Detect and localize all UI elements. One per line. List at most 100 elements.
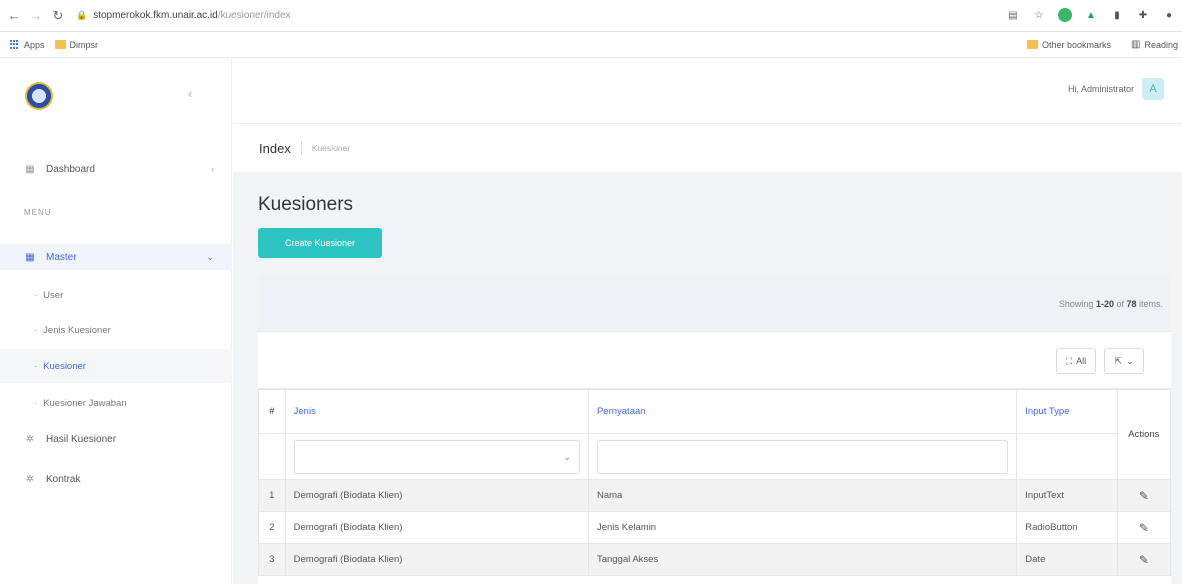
forward-icon[interactable]: → bbox=[28, 8, 44, 24]
kuesioner-table: # Jenis Pernyataan Input Type Actions ⌄ bbox=[258, 389, 1172, 576]
filter-cell-jenis: ⌄ bbox=[284, 433, 589, 480]
reload-icon[interactable]: ↻ bbox=[50, 8, 66, 24]
dashboard-icon: ▦ bbox=[25, 163, 35, 175]
summary-bar: Showing 1-20 of 78 items. bbox=[258, 275, 1171, 331]
chevron-down-icon: ⌄ bbox=[206, 251, 214, 262]
cell-pernyataan: Tanggal Akses bbox=[587, 543, 1018, 576]
breadcrumb: Index Kuesioner bbox=[233, 124, 1182, 172]
apps-grid-icon bbox=[10, 39, 20, 50]
sub-bullet: - bbox=[34, 397, 38, 409]
logo[interactable] bbox=[25, 82, 53, 110]
cell-pernyataan: Nama bbox=[587, 479, 1018, 512]
hasil-icon: ✲ bbox=[25, 433, 35, 445]
sub-bullet: - bbox=[34, 324, 38, 336]
bookmark-folder[interactable]: Dimpsr bbox=[54, 39, 99, 50]
sidebar-subitem-label: Jenis Kuesioner bbox=[43, 324, 111, 336]
sidebar-item-hasil-kuesioner[interactable]: ✲ Hasil Kuesioner bbox=[0, 426, 232, 452]
cell-num: 1 bbox=[258, 479, 286, 512]
url-field[interactable]: 🔒 stopmerokok.fkm.unair.ac.id/kuesioner/… bbox=[76, 10, 291, 21]
sidebar-item-master[interactable]: ▦ Master ⌄ bbox=[0, 244, 232, 270]
jenis-filter-select[interactable]: ⌄ bbox=[293, 439, 580, 474]
other-bookmarks[interactable]: Other bookmarks bbox=[1026, 39, 1112, 50]
sub-bullet: - bbox=[34, 360, 38, 372]
menu-heading: MENU bbox=[24, 208, 52, 217]
summary-suffix: items. bbox=[1136, 299, 1163, 309]
table-row: 1 Demografi (Biodata Klien) Nama InputTe… bbox=[258, 479, 1172, 512]
table-row: 3 Demografi (Biodata Klien) Tanggal Akse… bbox=[258, 543, 1172, 576]
url-host: stopmerokok.fkm.unair.ac.id bbox=[93, 10, 218, 21]
kontrak-icon: ✲ bbox=[25, 473, 35, 485]
master-icon: ▦ bbox=[25, 251, 35, 263]
pernyataan-filter-input[interactable] bbox=[596, 439, 1009, 474]
extension-green-icon[interactable] bbox=[1058, 8, 1072, 22]
filter-cell-input-type bbox=[1016, 433, 1118, 480]
column-header-num: # bbox=[258, 389, 286, 434]
sub-bullet: - bbox=[34, 289, 38, 301]
summary-range: 1-20 bbox=[1095, 299, 1114, 309]
cell-jenis: Demografi (Biodata Klien) bbox=[284, 479, 589, 512]
cell-pernyataan: Jenis Kelamin bbox=[587, 511, 1018, 544]
extension-flag-icon[interactable]: ▮ bbox=[1110, 8, 1124, 22]
folder-icon bbox=[54, 40, 66, 49]
bookmark-folder-label: Dimpsr bbox=[69, 39, 99, 50]
profile-icon[interactable]: ● bbox=[1162, 8, 1176, 22]
bookmark-apps[interactable]: Apps bbox=[10, 39, 45, 50]
expand-icon: ⛶ bbox=[1065, 355, 1073, 366]
sidebar-subitem-user[interactable]: - User bbox=[0, 282, 232, 308]
create-kuesioner-button[interactable]: Create Kuesioner bbox=[258, 228, 382, 258]
table-row: 2 Demografi (Biodata Klien) Jenis Kelami… bbox=[258, 511, 1172, 544]
sidebar-item-dashboard[interactable]: ▦ Dashboard › bbox=[0, 156, 232, 182]
back-icon[interactable]: ← bbox=[6, 8, 22, 24]
cell-input-type: RadioButton bbox=[1016, 511, 1118, 544]
grid-toolbar: ⛶ All ⇱ ⌄ bbox=[258, 331, 1171, 389]
cell-num: 3 bbox=[258, 543, 286, 576]
puzzle-icon[interactable]: ✚ bbox=[1136, 8, 1150, 22]
column-header-input-type[interactable]: Input Type bbox=[1016, 389, 1118, 434]
sidebar-subitem-jenis-kuesioner[interactable]: - Jenis Kuesioner bbox=[0, 317, 232, 343]
breadcrumb-title: Index bbox=[259, 140, 291, 156]
reading-list[interactable]: ▥ Reading bbox=[1131, 39, 1178, 50]
summary-of: of bbox=[1113, 299, 1127, 309]
sidebar-subitem-kuesioner[interactable]: - Kuesioner bbox=[0, 349, 232, 383]
sidebar-subitem-label: User bbox=[43, 289, 64, 301]
collapse-sidebar-icon[interactable]: ‹ bbox=[188, 86, 192, 101]
show-all-label: All bbox=[1076, 356, 1087, 366]
sidebar-subitem-kuesioner-jawaban[interactable]: - Kuesioner Jawaban bbox=[0, 390, 232, 416]
star-icon[interactable]: ☆ bbox=[1032, 8, 1046, 22]
cell-jenis: Demografi (Biodata Klien) bbox=[284, 511, 589, 544]
cell-input-type: Date bbox=[1016, 543, 1118, 576]
edit-icon[interactable]: ✎ bbox=[1116, 511, 1172, 544]
sidebar-item-kontrak[interactable]: ✲ Kontrak bbox=[0, 466, 232, 492]
column-header-actions: Actions bbox=[1116, 389, 1172, 480]
filter-cell-pernyataan bbox=[587, 433, 1018, 480]
show-all-button[interactable]: ⛶ All bbox=[1056, 348, 1096, 374]
translate-icon[interactable]: ▤ bbox=[1006, 8, 1020, 22]
bookmarks-bar: Apps Dimpsr Other bookmarks ▥ Reading bbox=[0, 32, 1182, 58]
cell-input-type: InputText bbox=[1016, 479, 1118, 512]
breadcrumb-sub[interactable]: Kuesioner bbox=[312, 143, 350, 153]
other-bookmarks-label: Other bookmarks bbox=[1041, 39, 1112, 50]
bookmark-apps-label: Apps bbox=[24, 39, 45, 50]
export-button[interactable]: ⇱ ⌄ bbox=[1104, 348, 1144, 374]
extensions-area: ▤ ☆ ▲ ▮ ✚ ● bbox=[1006, 8, 1176, 22]
avatar[interactable]: A bbox=[1142, 78, 1164, 100]
browser-address-bar: ← → ↻ 🔒 stopmerokok.fkm.unair.ac.id/kues… bbox=[0, 0, 1182, 32]
top-header: Hi, Administrator A bbox=[233, 58, 1182, 124]
cell-num: 2 bbox=[258, 511, 286, 544]
edit-icon[interactable]: ✎ bbox=[1116, 543, 1172, 576]
user-greeting: Hi, Administrator bbox=[1067, 84, 1134, 94]
cell-jenis: Demografi (Biodata Klien) bbox=[284, 543, 589, 576]
main-content: Kuesioners Create Kuesioner Showing 1-20… bbox=[233, 172, 1182, 584]
chevron-down-icon: ⌄ bbox=[563, 451, 571, 462]
sidebar-item-label: Master bbox=[46, 251, 77, 263]
page-title: Kuesioners bbox=[258, 194, 354, 215]
summary-prefix: Showing bbox=[1058, 299, 1096, 309]
reading-list-label: Reading bbox=[1144, 39, 1178, 50]
sidebar-subitem-label: Kuesioner Jawaban bbox=[43, 397, 127, 409]
sidebar-subitem-label: Kuesioner bbox=[43, 360, 86, 372]
edit-icon[interactable]: ✎ bbox=[1116, 479, 1172, 512]
column-header-jenis[interactable]: Jenis bbox=[284, 389, 589, 434]
column-header-pernyataan[interactable]: Pernyataan bbox=[587, 389, 1018, 434]
extension-drive-icon[interactable]: ▲ bbox=[1084, 8, 1098, 22]
user-menu[interactable]: Hi, Administrator A bbox=[1068, 78, 1164, 100]
